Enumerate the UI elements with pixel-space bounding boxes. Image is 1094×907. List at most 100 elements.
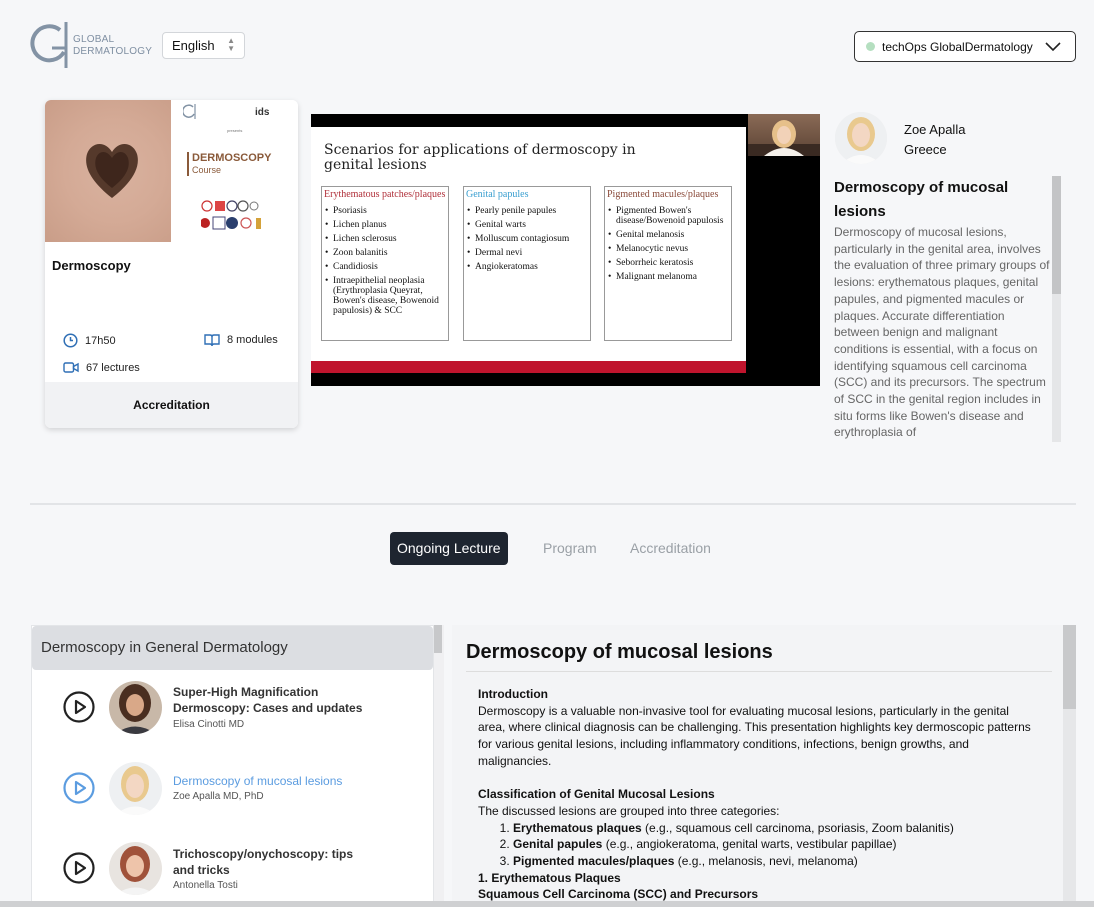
sponsor-logos bbox=[201, 200, 261, 230]
speaker-avatar bbox=[835, 112, 887, 164]
lecture-list-scrollbar[interactable] bbox=[434, 625, 444, 907]
lecture-title: Dermoscopy of mucosal lesions bbox=[173, 774, 343, 788]
scrollbar-thumb[interactable] bbox=[1063, 625, 1076, 709]
slide-title-line1: Scenarios for applications of dermoscopy… bbox=[324, 142, 636, 158]
lecture-item[interactable]: Trichoscopy/onychoscopy: tips and tricks… bbox=[32, 841, 433, 901]
content-scrollbar[interactable] bbox=[1063, 625, 1076, 907]
speaker-country: Greece bbox=[904, 142, 947, 157]
lecture-title: Super-High Magnification Dermoscopy: Cas… bbox=[173, 685, 363, 715]
classification-text: The discussed lesions are grouped into t… bbox=[478, 803, 780, 818]
duration-meta: 17h50 bbox=[63, 333, 116, 348]
slide-item: Genital warts bbox=[467, 220, 587, 230]
lecturer-avatar bbox=[109, 842, 162, 895]
slide-item: Psoriasis bbox=[325, 206, 445, 216]
presentation-slide: Scenarios for applications of dermoscopy… bbox=[311, 127, 746, 373]
poster-presents: presents bbox=[227, 128, 243, 133]
slide-item: Malignant melanoma bbox=[608, 272, 728, 282]
content-divider bbox=[466, 671, 1052, 672]
global-dermatology-logo[interactable]: GLOBAL DERMATOLOGY bbox=[30, 22, 160, 70]
slide-item: Dermal nevi bbox=[467, 248, 587, 258]
lectures-value: 67 lectures bbox=[86, 361, 140, 374]
book-icon bbox=[204, 334, 220, 347]
classification-list: Erythematous plaques (e.g., squamous cel… bbox=[478, 820, 1038, 870]
user-menu[interactable]: techOps GlobalDermatology bbox=[854, 31, 1076, 62]
classification-item: Erythematous plaques (e.g., squamous cel… bbox=[513, 820, 1038, 837]
classification-item: Pigmented macules/plaques (e.g., melanos… bbox=[513, 853, 1038, 870]
logo-line1: GLOBAL bbox=[73, 34, 115, 45]
video-player[interactable]: Scenarios for applications of dermoscopy… bbox=[311, 114, 820, 386]
slide-title-line2: genital lesions bbox=[324, 157, 427, 173]
slide-item: Lichen sclerosus bbox=[325, 234, 445, 244]
classification-item: Genital papules (e.g., angiokeratoma, ge… bbox=[513, 836, 1038, 853]
lecture-content-panel: Dermoscopy of mucosal lesions Introducti… bbox=[452, 625, 1063, 907]
poster-title: DERMOSCOPY bbox=[192, 152, 272, 164]
tab-program[interactable]: Program bbox=[543, 532, 597, 565]
slide-column-heading: Erythematous patches/plaques bbox=[324, 189, 446, 200]
mole-image bbox=[45, 100, 171, 242]
course-title: Dermoscopy bbox=[52, 258, 131, 273]
course-card[interactable]: ids presents DERMOSCOPY Course Dermoscop… bbox=[45, 100, 298, 428]
content-body: Introduction Dermoscopy is a valuable no… bbox=[478, 686, 1038, 903]
play-icon[interactable] bbox=[63, 852, 95, 884]
tab-ongoing-lecture[interactable]: Ongoing Lecture bbox=[390, 532, 508, 565]
lecture-description-text: Dermoscopy of mucosal lesions, particula… bbox=[834, 225, 1050, 440]
play-icon[interactable] bbox=[63, 691, 95, 723]
online-status-dot bbox=[866, 42, 875, 51]
slide-column-erythematous: Erythematous patches/plaques Psoriasis L… bbox=[321, 186, 449, 341]
speaker-name: Zoe Apalla bbox=[904, 122, 966, 137]
scrollbar-thumb[interactable] bbox=[1052, 176, 1061, 294]
lecture-description-title: Dermoscopy of mucosal lesions bbox=[834, 179, 1009, 220]
tab-accreditation[interactable]: Accreditation bbox=[630, 532, 711, 565]
scrollbar-thumb[interactable] bbox=[434, 625, 442, 653]
modules-meta: 8 modules bbox=[204, 333, 278, 347]
duration-value: 17h50 bbox=[85, 334, 116, 347]
content-title: Dermoscopy of mucosal lesions bbox=[466, 641, 773, 663]
poster-subtitle: Course bbox=[192, 165, 222, 175]
video-camera-icon bbox=[63, 362, 79, 373]
slide-footer-bar bbox=[311, 361, 746, 373]
lecture-item[interactable]: Super-High Magnification Dermoscopy: Cas… bbox=[32, 681, 433, 741]
language-select[interactable]: English ▲ ▼ bbox=[162, 32, 245, 59]
lecture-item-current[interactable]: Dermoscopy of mucosal lesions Zoe Apalla… bbox=[32, 761, 433, 821]
slide-item: Pearly penile papules bbox=[467, 206, 587, 216]
page-horizontal-scrollbar[interactable] bbox=[0, 901, 1094, 907]
course-thumbnail: ids presents DERMOSCOPY Course bbox=[45, 100, 298, 242]
lecture-speaker: Elisa Cinotti MD bbox=[173, 719, 245, 730]
slide-item: Angiokeratomas bbox=[467, 262, 587, 272]
slide-column-heading: Pigmented macules/plaques bbox=[607, 189, 719, 200]
play-icon[interactable] bbox=[63, 772, 95, 804]
language-value: English bbox=[172, 38, 215, 53]
user-name: techOps GlobalDermatology bbox=[882, 39, 1033, 54]
lecture-speaker: Zoe Apalla MD, PhD bbox=[173, 791, 264, 802]
description-scrollbar[interactable] bbox=[1052, 176, 1061, 442]
classification-heading: Classification of Genital Mucosal Lesion… bbox=[478, 787, 715, 802]
intro-text: Dermoscopy is a valuable non-invasive to… bbox=[478, 703, 1031, 768]
slide-item: Pigmented Bowen's disease/Bowenoid papul… bbox=[608, 206, 728, 226]
poster-logo-icon bbox=[183, 104, 196, 119]
slide-column-heading: Genital papules bbox=[466, 189, 529, 200]
updown-chevron-icon: ▲ ▼ bbox=[227, 36, 235, 53]
accreditation-button[interactable]: Accreditation bbox=[45, 382, 298, 428]
logo-g-icon bbox=[30, 22, 68, 68]
slide-item: Seborrheic keratosis bbox=[608, 258, 728, 268]
lecture-speaker: Antonella Tosti bbox=[173, 880, 238, 891]
slide-item: Intraepithelial neoplasia (Erythroplasia… bbox=[325, 276, 445, 316]
chevron-down-icon bbox=[1045, 42, 1061, 52]
intro-heading: Introduction bbox=[478, 687, 548, 701]
module-title[interactable]: Dermoscopy in General Dermatology bbox=[32, 626, 433, 670]
lecture-description-panel[interactable]: Dermoscopy of mucosal lesions Dermoscopy… bbox=[834, 176, 1052, 442]
speaker-camera-feed bbox=[748, 114, 820, 156]
modules-value: 8 modules bbox=[227, 334, 278, 346]
clock-icon bbox=[63, 333, 78, 348]
slide-item: Zoon balanitis bbox=[325, 248, 445, 258]
lecturer-avatar bbox=[109, 681, 162, 734]
course-poster: ids presents DERMOSCOPY Course bbox=[171, 100, 298, 242]
lecture-title: Trichoscopy/onychoscopy: tips and tricks bbox=[173, 847, 354, 877]
module-lecture-list: Dermoscopy in General Dermatology Super-… bbox=[31, 625, 434, 907]
slide-item: Genital melanosis bbox=[608, 230, 728, 240]
slide-column-pigmented: Pigmented macules/plaques Pigmented Bowe… bbox=[604, 186, 732, 341]
lecturer-avatar bbox=[109, 762, 162, 815]
slide-item: Lichen planus bbox=[325, 220, 445, 230]
slide-item: Candidiosis bbox=[325, 262, 445, 272]
slide-item: Melanocytic nevus bbox=[608, 244, 728, 254]
